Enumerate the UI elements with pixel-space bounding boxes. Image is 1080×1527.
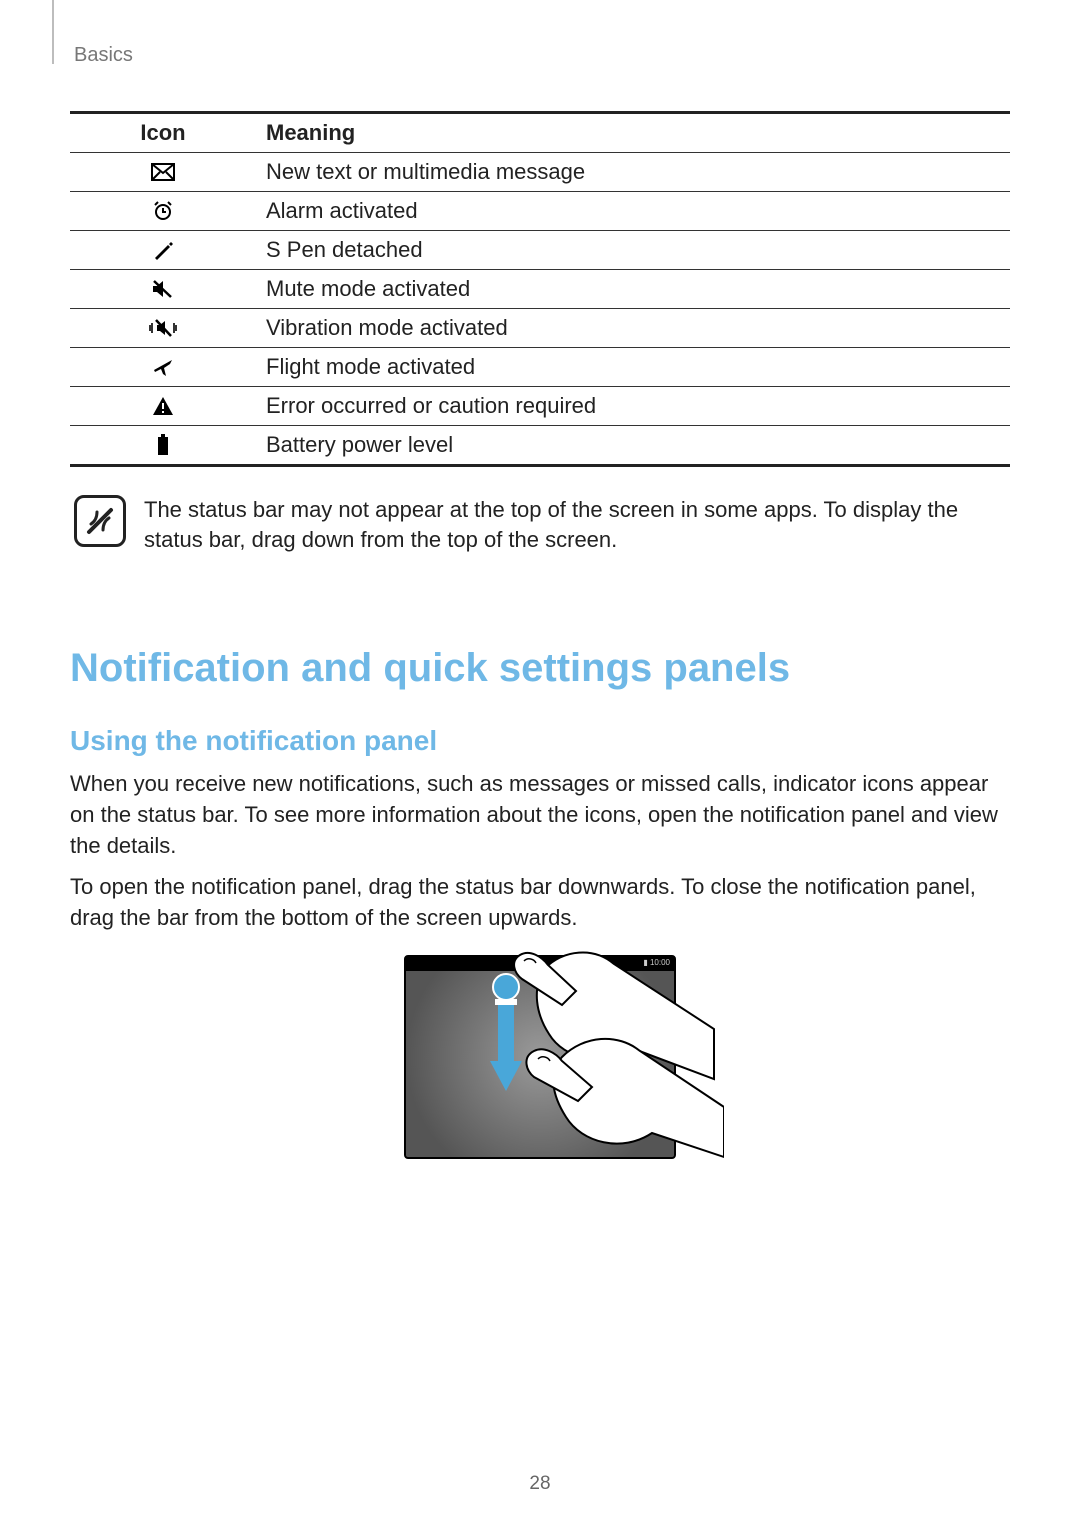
table-row: Vibration mode activated [70,309,1010,348]
drag-down-illustration: ▮ 10:00 [404,955,676,1159]
table-cell-meaning: Flight mode activated [248,348,1010,387]
table-row: Flight mode activated [70,348,1010,387]
note-box: The status bar may not appear at the top… [70,495,1010,554]
body-paragraph: To open the notification panel, drag the… [70,872,1010,934]
table-header-meaning: Meaning [248,113,1010,153]
table-cell-meaning: Alarm activated [248,192,1010,231]
table-row: Battery power level [70,426,1010,466]
page: Basics Icon Meaning New text or multimed… [0,0,1080,1527]
table-cell-meaning: Error occurred or caution required [248,387,1010,426]
table-row: Mute mode activated [70,270,1010,309]
page-number: 28 [0,1473,1080,1495]
table-cell-meaning: New text or multimedia message [248,153,1010,192]
note-text: The status bar may not appear at the top… [144,495,1006,554]
illustration-statusbar: ▮ 10:00 [406,957,674,971]
illustration-wrap: ▮ 10:00 [70,955,1010,1159]
section-heading: Notification and quick settings panels [70,646,1010,691]
body-paragraph: When you receive new notifications, such… [70,769,1010,861]
error-icon [70,387,248,426]
table-cell-meaning: Mute mode activated [248,270,1010,309]
battery-icon: ▮ [643,958,647,967]
table-row: Error occurred or caution required [70,387,1010,426]
message-icon [70,153,248,192]
breadcrumb: Basics [74,44,1010,67]
table-cell-meaning: Battery power level [248,426,1010,466]
table-row: Alarm activated [70,192,1010,231]
alarm-icon [70,192,248,231]
table-row: S Pen detached [70,231,1010,270]
binder-mark [52,0,54,64]
table-cell-meaning: Vibration mode activated [248,309,1010,348]
arrow-down-icon [486,973,526,1103]
mute-icon [70,270,248,309]
vibration-icon [70,309,248,348]
illustration-status-time: 10:00 [650,958,670,967]
flight-icon [70,348,248,387]
note-icon [74,495,126,547]
icon-meaning-table: Icon Meaning New text or multimedia mess… [70,111,1010,467]
sub-heading: Using the notification panel [70,725,1010,757]
battery-icon [70,426,248,466]
spen-icon [70,231,248,270]
table-cell-meaning: S Pen detached [248,231,1010,270]
table-header-icon: Icon [70,113,248,153]
table-row: New text or multimedia message [70,153,1010,192]
